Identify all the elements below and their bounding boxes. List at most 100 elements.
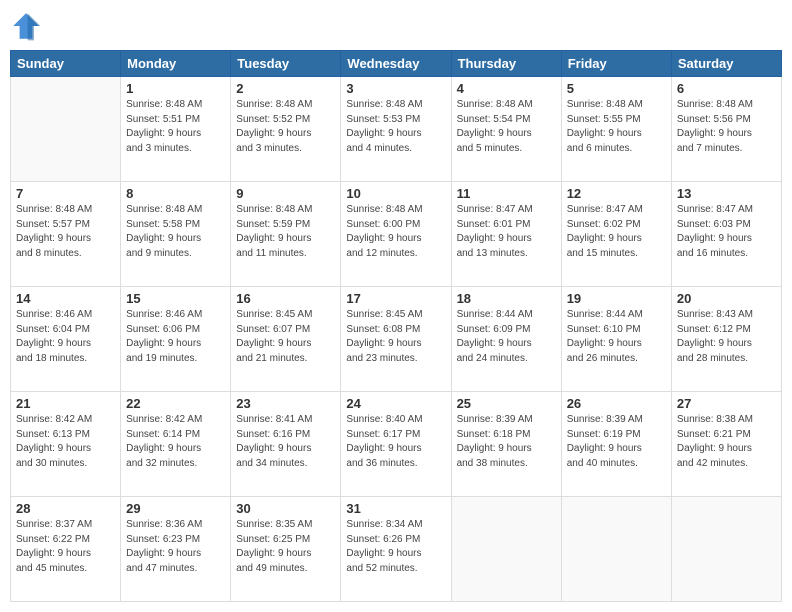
day-info: Sunrise: 8:42 AMSunset: 6:14 PMDaylight:… — [126, 413, 225, 471]
day-number: 6 — [677, 81, 776, 96]
day-info: Sunrise: 8:40 AMSunset: 6:17 PMDaylight:… — [346, 413, 445, 471]
day-number: 21 — [16, 396, 115, 411]
calendar-cell: 15 Sunrise: 8:46 AMSunset: 6:06 PMDayligh… — [121, 287, 231, 392]
weekday-header-tuesday: Tuesday — [231, 51, 341, 77]
day-info: Sunrise: 8:39 AMSunset: 6:19 PMDaylight:… — [567, 413, 666, 471]
day-number: 31 — [346, 501, 445, 516]
calendar-cell: 7Sunrise: 8:48 AMSunset: 5:57 PMDaylight… — [11, 182, 121, 287]
day-info: Sunrise: 8:45 AMSunset: 6:08 PMDaylight:… — [346, 308, 445, 366]
day-number: 13 — [677, 186, 776, 201]
day-info: Sunrise: 8:39 AMSunset: 6:18 PMDaylight:… — [457, 413, 556, 471]
day-info: Sunrise: 8:48 AMSunset: 5:58 PMDaylight:… — [126, 203, 225, 261]
day-info: Sunrise: 8:48 AMSunset: 5:53 PMDaylight:… — [346, 98, 445, 156]
calendar-cell: 24Sunrise: 8:40 AMSunset: 6:17 PMDayligh… — [341, 392, 451, 497]
calendar: SundayMondayTuesdayWednesdayThursdayFrid… — [10, 50, 782, 602]
calendar-cell: 20 Sunrise: 8:43 AMSunset: 6:12 PMDayligh… — [671, 287, 781, 392]
weekday-header-thursday: Thursday — [451, 51, 561, 77]
day-number: 26 — [567, 396, 666, 411]
day-info: Sunrise: 8:46 AMSunset: 6:06 PMDaylight:… — [126, 308, 225, 366]
day-number: 19 — [567, 291, 666, 306]
day-number: 9 — [236, 186, 335, 201]
week-row-2: 7Sunrise: 8:48 AMSunset: 5:57 PMDaylight… — [11, 182, 782, 287]
day-number: 15 — [126, 291, 225, 306]
day-number: 10 — [346, 186, 445, 201]
calendar-cell: 21 Sunrise: 8:42 AMSunset: 6:13 PMDayligh… — [11, 392, 121, 497]
day-info: Sunrise: 8:38 AMSunset: 6:21 PMDaylight:… — [677, 413, 776, 471]
day-info: Sunrise: 8:46 AMSunset: 6:04 PMDaylight:… — [16, 308, 115, 366]
week-row-3: 14 Sunrise: 8:46 AMSunset: 6:04 PMDayligh… — [11, 287, 782, 392]
day-info: Sunrise: 8:48 AMSunset: 6:00 PMDaylight:… — [346, 203, 445, 261]
day-number: 25 — [457, 396, 556, 411]
day-info: Sunrise: 8:47 AMSunset: 6:03 PMDaylight:… — [677, 203, 776, 261]
calendar-cell — [451, 497, 561, 602]
calendar-cell: 12 Sunrise: 8:47 AMSunset: 6:02 PMDayligh… — [561, 182, 671, 287]
calendar-cell: 14 Sunrise: 8:46 AMSunset: 6:04 PMDayligh… — [11, 287, 121, 392]
week-row-4: 21 Sunrise: 8:42 AMSunset: 6:13 PMDayligh… — [11, 392, 782, 497]
weekday-header-row: SundayMondayTuesdayWednesdayThursdayFrid… — [11, 51, 782, 77]
calendar-cell: 29Sunrise: 8:36 AMSunset: 6:23 PMDayligh… — [121, 497, 231, 602]
weekday-header-friday: Friday — [561, 51, 671, 77]
calendar-cell: 11 Sunrise: 8:47 AMSunset: 6:01 PMDayligh… — [451, 182, 561, 287]
calendar-cell: 8 Sunrise: 8:48 AMSunset: 5:58 PMDaylight… — [121, 182, 231, 287]
day-info: Sunrise: 8:37 AMSunset: 6:22 PMDaylight:… — [16, 518, 115, 576]
calendar-cell: 2Sunrise: 8:48 AMSunset: 5:52 PMDaylight… — [231, 77, 341, 182]
weekday-header-sunday: Sunday — [11, 51, 121, 77]
day-number: 1 — [126, 81, 225, 96]
day-info: Sunrise: 8:47 AMSunset: 6:01 PMDaylight:… — [457, 203, 556, 261]
calendar-cell: 6 Sunrise: 8:48 AMSunset: 5:56 PMDaylight… — [671, 77, 781, 182]
calendar-cell: 22Sunrise: 8:42 AMSunset: 6:14 PMDayligh… — [121, 392, 231, 497]
day-number: 23 — [236, 396, 335, 411]
week-row-5: 28Sunrise: 8:37 AMSunset: 6:22 PMDayligh… — [11, 497, 782, 602]
day-number: 2 — [236, 81, 335, 96]
calendar-cell: 23 Sunrise: 8:41 AMSunset: 6:16 PMDayligh… — [231, 392, 341, 497]
calendar-cell — [561, 497, 671, 602]
calendar-cell: 18 Sunrise: 8:44 AMSunset: 6:09 PMDayligh… — [451, 287, 561, 392]
day-number: 4 — [457, 81, 556, 96]
day-info: Sunrise: 8:47 AMSunset: 6:02 PMDaylight:… — [567, 203, 666, 261]
day-number: 8 — [126, 186, 225, 201]
day-info: Sunrise: 8:44 AMSunset: 6:09 PMDaylight:… — [457, 308, 556, 366]
day-number: 27 — [677, 396, 776, 411]
day-number: 12 — [567, 186, 666, 201]
day-info: Sunrise: 8:34 AMSunset: 6:26 PMDaylight:… — [346, 518, 445, 576]
week-row-1: 1 Sunrise: 8:48 AMSunset: 5:51 PMDaylight… — [11, 77, 782, 182]
day-info: Sunrise: 8:48 AMSunset: 5:59 PMDaylight:… — [236, 203, 335, 261]
day-number: 3 — [346, 81, 445, 96]
calendar-cell: 9 Sunrise: 8:48 AMSunset: 5:59 PMDaylight… — [231, 182, 341, 287]
day-number: 20 — [677, 291, 776, 306]
day-info: Sunrise: 8:48 AMSunset: 5:56 PMDaylight:… — [677, 98, 776, 156]
calendar-cell: 16Sunrise: 8:45 AMSunset: 6:07 PMDayligh… — [231, 287, 341, 392]
calendar-cell: 17Sunrise: 8:45 AMSunset: 6:08 PMDayligh… — [341, 287, 451, 392]
day-number: 14 — [16, 291, 115, 306]
calendar-cell — [671, 497, 781, 602]
calendar-cell: 31 Sunrise: 8:34 AMSunset: 6:26 PMDayligh… — [341, 497, 451, 602]
calendar-cell: 3 Sunrise: 8:48 AMSunset: 5:53 PMDaylight… — [341, 77, 451, 182]
day-info: Sunrise: 8:48 AMSunset: 5:55 PMDaylight:… — [567, 98, 666, 156]
calendar-cell: 1 Sunrise: 8:48 AMSunset: 5:51 PMDaylight… — [121, 77, 231, 182]
calendar-cell: 27 Sunrise: 8:38 AMSunset: 6:21 PMDayligh… — [671, 392, 781, 497]
day-info: Sunrise: 8:43 AMSunset: 6:12 PMDaylight:… — [677, 308, 776, 366]
day-info: Sunrise: 8:36 AMSunset: 6:23 PMDaylight:… — [126, 518, 225, 576]
day-number: 18 — [457, 291, 556, 306]
weekday-header-saturday: Saturday — [671, 51, 781, 77]
day-number: 30 — [236, 501, 335, 516]
day-number: 5 — [567, 81, 666, 96]
day-info: Sunrise: 8:45 AMSunset: 6:07 PMDaylight:… — [236, 308, 335, 366]
calendar-cell: 30 Sunrise: 8:35 AMSunset: 6:25 PMDayligh… — [231, 497, 341, 602]
calendar-cell: 19Sunrise: 8:44 AMSunset: 6:10 PMDayligh… — [561, 287, 671, 392]
calendar-cell: 13 Sunrise: 8:47 AMSunset: 6:03 PMDayligh… — [671, 182, 781, 287]
day-info: Sunrise: 8:35 AMSunset: 6:25 PMDaylight:… — [236, 518, 335, 576]
calendar-cell: 26 Sunrise: 8:39 AMSunset: 6:19 PMDayligh… — [561, 392, 671, 497]
header — [10, 10, 782, 42]
calendar-cell: 25 Sunrise: 8:39 AMSunset: 6:18 PMDayligh… — [451, 392, 561, 497]
calendar-cell: 5 Sunrise: 8:48 AMSunset: 5:55 PMDaylight… — [561, 77, 671, 182]
day-info: Sunrise: 8:41 AMSunset: 6:16 PMDaylight:… — [236, 413, 335, 471]
day-number: 11 — [457, 186, 556, 201]
day-info: Sunrise: 8:42 AMSunset: 6:13 PMDaylight:… — [16, 413, 115, 471]
day-info: Sunrise: 8:48 AMSunset: 5:51 PMDaylight:… — [126, 98, 225, 156]
day-number: 7 — [16, 186, 115, 201]
day-info: Sunrise: 8:48 AMSunset: 5:54 PMDaylight:… — [457, 98, 556, 156]
logo-icon — [10, 10, 42, 42]
calendar-cell: 28Sunrise: 8:37 AMSunset: 6:22 PMDayligh… — [11, 497, 121, 602]
weekday-header-monday: Monday — [121, 51, 231, 77]
